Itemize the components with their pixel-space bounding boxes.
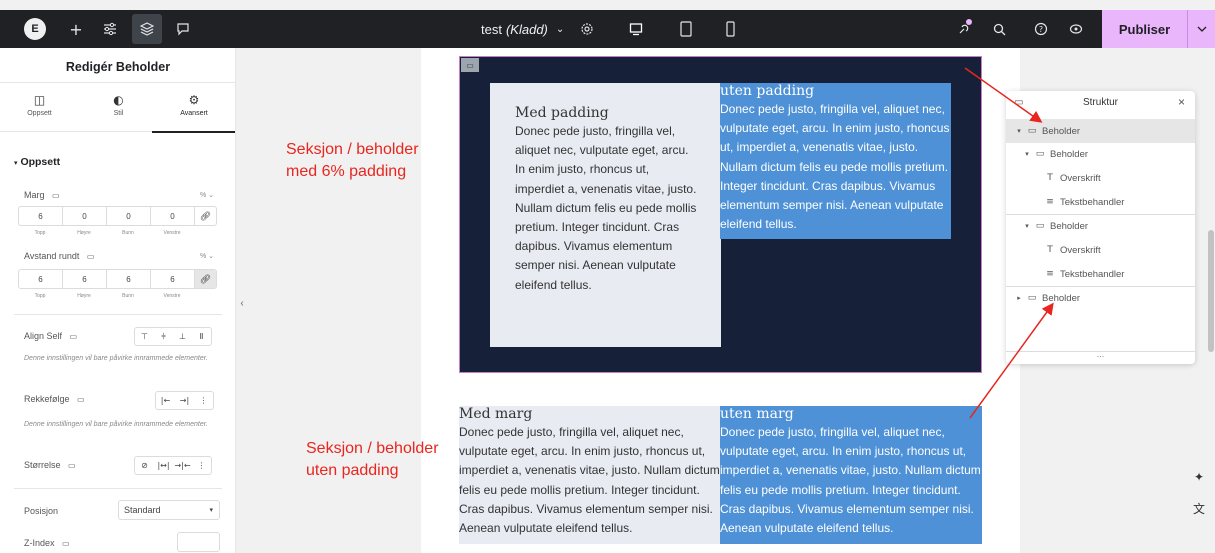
translate-icon[interactable]: 文 [1188,497,1210,519]
ai-sparkle-icon[interactable]: ✦ [1188,466,1210,488]
arrow-to-last-container [969,302,1054,419]
annotation-arrows [964,67,1054,419]
arrow-to-first-container [964,67,1043,123]
scrollbar-thumb[interactable] [1208,230,1214,352]
